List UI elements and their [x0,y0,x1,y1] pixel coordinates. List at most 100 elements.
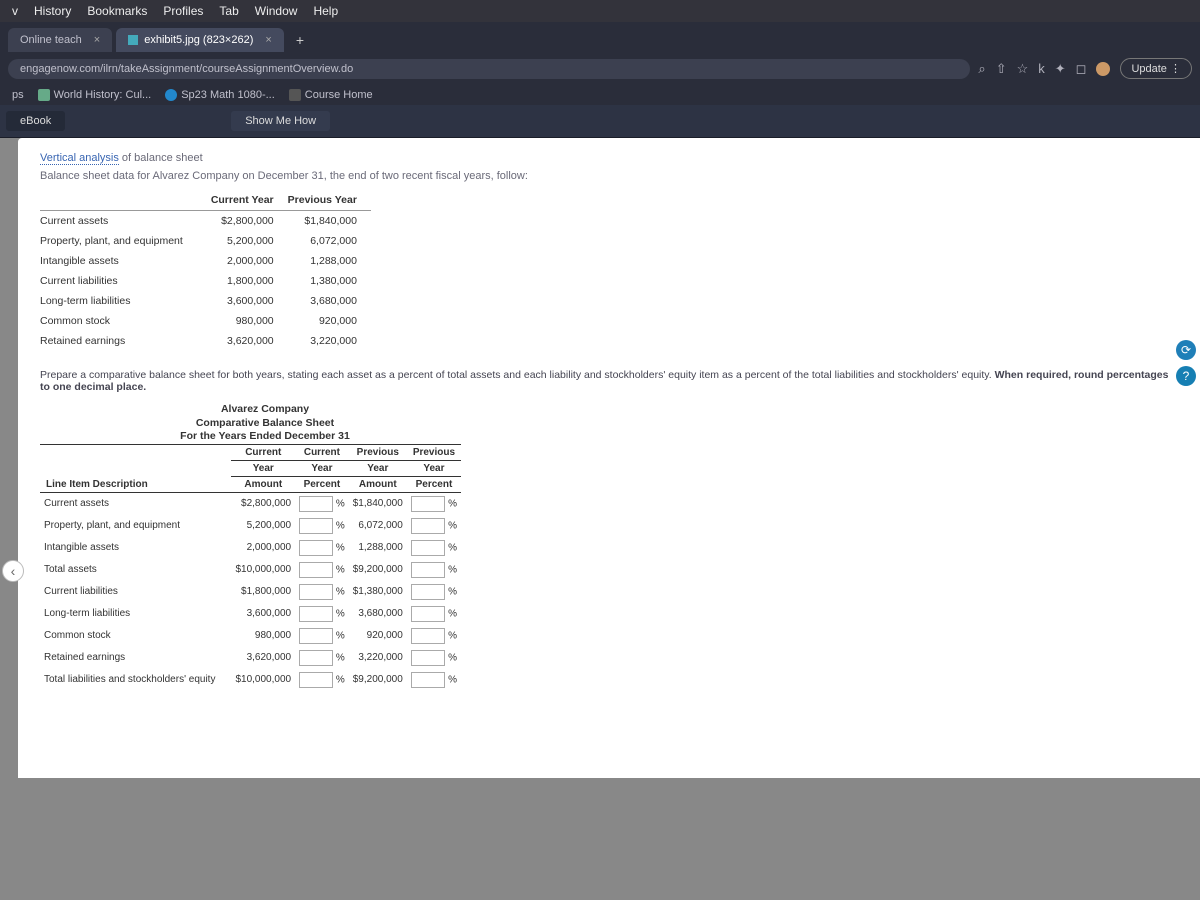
browser-tab[interactable]: exhibit5.jpg (823×262) × [116,28,284,52]
menu-item[interactable]: Window [255,4,298,18]
search-icon[interactable]: ⌕ [978,61,985,77]
py-percent-input[interactable] [411,650,445,666]
table-row: Current liabilities1,800,0001,380,000 [40,271,371,291]
cy-percent-input[interactable] [299,562,333,578]
py-amount: 920,000 [349,625,407,647]
bookmark-item[interactable]: Course Home [289,89,373,101]
cy-amount: 2,000,000 [231,537,295,559]
table-row: Common stock980,000920,000 [40,311,371,331]
cy-amount: $10,000,000 [231,559,295,581]
table-row: Current assets$2,800,000$1,840,000 [40,211,371,232]
cy-percent-input[interactable] [299,606,333,622]
key-icon[interactable]: k [1038,61,1045,76]
table-row: Total liabilities and stockholders' equi… [40,669,461,691]
row-label: Common stock [40,625,231,647]
col-header: Current Year [211,190,288,211]
share-icon[interactable]: ⇧ [996,61,1007,77]
show-me-how-button[interactable]: Show Me How [231,111,330,131]
browser-tab-strip: Online teach × exhibit5.jpg (823×262) × … [0,22,1200,52]
py-percent-input[interactable] [411,606,445,622]
url-bar: engagenow.com/ilrn/takeAssignment/course… [0,52,1200,85]
url-input[interactable]: engagenow.com/ilrn/takeAssignment/course… [8,59,970,79]
table-row: Current liabilities$1,800,000 %$1,380,00… [40,581,461,603]
profile-icon[interactable] [1096,62,1110,76]
assignment-content: Vertical analysis of balance sheet Balan… [18,138,1200,778]
cy-percent-input[interactable] [299,518,333,534]
cy-amount: $1,800,000 [231,581,295,603]
table-row: Intangible assets2,000,0001,288,000 [40,251,371,271]
cy-amount: 3,620,000 [231,647,295,669]
py-amount: $9,200,000 [349,559,407,581]
row-label: Property, plant, and equipment [40,515,231,537]
py-percent-input[interactable] [411,584,445,600]
window-icon[interactable]: ◻ [1076,61,1087,77]
cy-amount: 980,000 [231,625,295,647]
favicon-icon [289,89,301,101]
py-percent-input[interactable] [411,562,445,578]
py-percent-input[interactable] [411,496,445,512]
row-label: Total liabilities and stockholders' equi… [40,669,231,691]
question-title: Vertical analysis of balance sheet [40,152,1178,164]
browser-tab[interactable]: Online teach × [8,28,112,52]
new-tab-button[interactable]: + [288,28,312,52]
cy-percent-input[interactable] [299,496,333,512]
glossary-term[interactable]: Vertical analysis [40,152,119,165]
row-label: Current assets [40,492,231,515]
col-header [40,190,211,211]
app-toolbar: eBook Show Me How [0,105,1200,138]
question-subtitle: Balance sheet data for Alvarez Company o… [40,170,1178,182]
py-percent-input[interactable] [411,672,445,688]
col-header: Previous Year [288,190,371,211]
favicon-icon [165,89,177,101]
cy-percent-input[interactable] [299,540,333,556]
close-icon[interactable]: × [94,34,100,46]
help-icon[interactable]: ? [1176,366,1196,386]
prev-page-button[interactable]: ‹ [2,560,24,582]
row-label: Intangible assets [40,537,231,559]
table-row: Property, plant, and equipment5,200,000 … [40,515,461,537]
menu-item[interactable]: History [34,4,71,18]
py-percent-input[interactable] [411,628,445,644]
table-row: Intangible assets2,000,000 %1,288,000 % [40,537,461,559]
menu-item[interactable]: Help [313,4,338,18]
py-percent-input[interactable] [411,518,445,534]
cy-percent-input[interactable] [299,650,333,666]
cy-amount: 3,600,000 [231,603,295,625]
cy-percent-input[interactable] [299,672,333,688]
row-label: Long-term liabilities [40,603,231,625]
chat-icon[interactable]: ⟳ [1176,340,1196,360]
star-icon[interactable]: ☆ [1017,61,1029,77]
extension-icon[interactable]: ✦ [1055,61,1066,77]
py-amount: 3,680,000 [349,603,407,625]
py-amount: $1,380,000 [349,581,407,603]
menu-item[interactable]: Profiles [163,4,203,18]
update-button[interactable]: Update ⋮ [1120,58,1192,79]
menu-item[interactable]: Bookmarks [87,4,147,18]
ebook-button[interactable]: eBook [6,111,65,131]
bookmark-item[interactable]: ps [12,89,24,101]
help-widgets: ⟳ ? [1176,340,1196,386]
close-icon[interactable]: × [265,34,271,46]
instruction-text: Prepare a comparative balance sheet for … [40,369,1178,393]
py-percent-input[interactable] [411,540,445,556]
bookmark-item[interactable]: World History: Cul... [38,89,152,101]
cy-percent-input[interactable] [299,628,333,644]
table-row: Total assets$10,000,000 %$9,200,000 % [40,559,461,581]
comparative-sheet-table: Line Item Description Current Current Pr… [40,444,461,691]
table-row: Property, plant, and equipment5,200,0006… [40,231,371,251]
py-amount: $1,840,000 [349,492,407,515]
worksheet-title: Alvarez Company Comparative Balance Shee… [40,403,490,444]
favicon-icon [128,35,138,45]
py-amount: $9,200,000 [349,669,407,691]
bookmark-item[interactable]: Sp23 Math 1080-... [165,89,275,101]
cy-percent-input[interactable] [299,584,333,600]
menu-item[interactable]: Tab [219,4,238,18]
cy-amount: 5,200,000 [231,515,295,537]
row-label: Current liabilities [40,581,231,603]
py-amount: 6,072,000 [349,515,407,537]
cy-amount: $2,800,000 [231,492,295,515]
menu-item[interactable]: v [12,4,18,18]
py-amount: 3,220,000 [349,647,407,669]
table-row: Retained earnings3,620,0003,220,000 [40,331,371,351]
table-row: Current assets$2,800,000 %$1,840,000 % [40,492,461,515]
